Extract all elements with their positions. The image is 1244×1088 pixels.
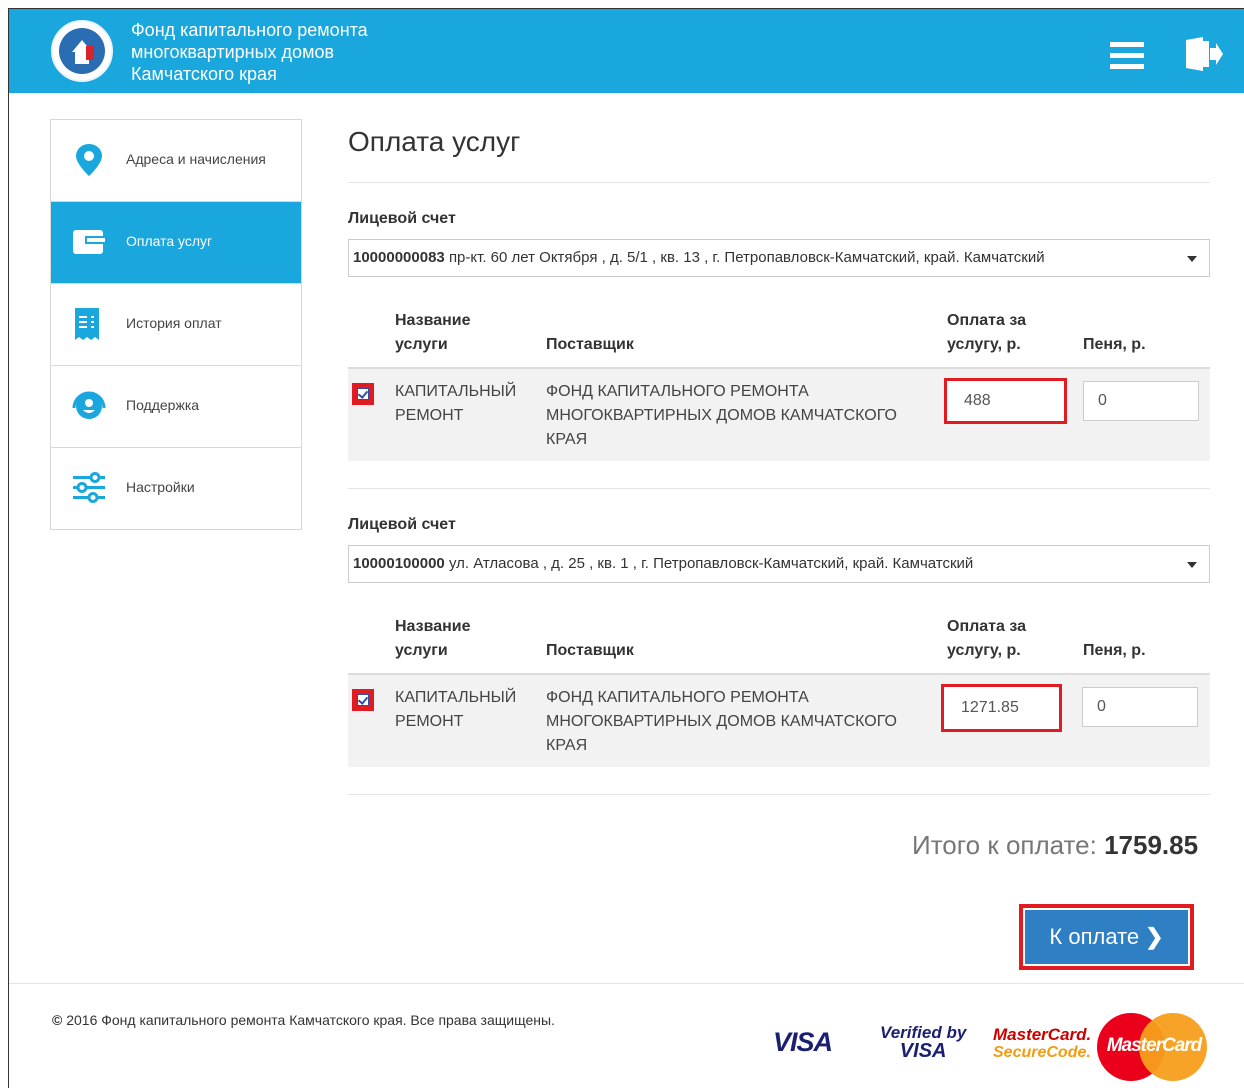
checkmark-icon xyxy=(357,694,369,706)
total-label: Итого к оплате: xyxy=(912,830,1097,860)
account-number: 10000100000 xyxy=(353,555,445,572)
sidebar-item-addresses[interactable]: Адреса и начисления xyxy=(51,120,301,202)
chevron-right-icon: ❯ xyxy=(1145,924,1164,949)
chevron-down-icon xyxy=(1187,256,1197,262)
col-header-fine: Пеня, р. xyxy=(1083,336,1146,353)
provider-name: ФОНД КАПИТАЛЬНОГО РЕМОНТА МНОГОКВАРТИРНЫ… xyxy=(546,689,897,754)
amount-field-highlight xyxy=(944,378,1067,424)
mc-securecode-top: MasterCard. xyxy=(993,1025,1092,1044)
total-value: 1759.85 xyxy=(1104,830,1199,860)
col-header-amount: Оплата за услугу, р. xyxy=(947,312,1026,353)
sidebar: Адреса и начисления Оплата услуг История… xyxy=(50,119,302,530)
logo-emblem-icon xyxy=(59,28,105,74)
service-name: КАПИТАЛЬНЫЙ РЕМОНТ xyxy=(395,689,517,730)
fund-logo[interactable] xyxy=(51,20,113,82)
divider xyxy=(348,794,1210,795)
sidebar-item-settings[interactable]: Настройки xyxy=(51,448,301,530)
page-title: Оплата услуг xyxy=(348,126,521,157)
header-bar: Фонд капитального ремонта многоквартирны… xyxy=(9,9,1244,93)
verified-by-visa-bottom: VISA xyxy=(899,1040,947,1062)
col-header-service: Название услуги xyxy=(395,312,471,353)
support-icon xyxy=(71,388,107,424)
sidebar-item-label: Настройки xyxy=(126,479,195,495)
account-select[interactable]: 10000100000 ул. Атласова , д. 25 , кв. 1… xyxy=(348,545,1210,583)
col-header-provider: Поставщик xyxy=(546,642,634,659)
amount-field-highlight xyxy=(941,684,1062,732)
col-header-fine: Пеня, р. xyxy=(1083,642,1146,659)
service-name: КАПИТАЛЬНЫЙ РЕМОНТ xyxy=(395,383,517,424)
wallet-icon xyxy=(71,224,107,260)
total-summary: Итого к оплате: 1759.85 xyxy=(912,830,1198,861)
receipt-icon xyxy=(71,306,107,342)
col-header-amount: Оплата за услугу, р. xyxy=(947,618,1026,659)
sidebar-item-label: Адреса и начисления xyxy=(126,151,266,167)
sidebar-item-payment[interactable]: Оплата услуг xyxy=(51,202,301,284)
account-address: пр-кт. 60 лет Октября , д. 5/1 , кв. 13 … xyxy=(448,249,1045,266)
copyright-text: 2016 Фонд капитального ремонта Камчатско… xyxy=(66,1012,555,1028)
brand-title-line-3: Камчатского края xyxy=(131,64,277,84)
brand-title[interactable]: Фонд капитального ремонта многоквартирны… xyxy=(131,19,368,85)
account-select[interactable]: 10000000083 пр-кт. 60 лет Октября , д. 5… xyxy=(348,239,1210,277)
account-label: Лицевой счет xyxy=(348,516,456,533)
map-pin-icon xyxy=(71,142,107,178)
fine-input[interactable] xyxy=(1082,687,1198,727)
hamburger-icon[interactable] xyxy=(1110,42,1144,70)
service-checkbox[interactable] xyxy=(352,689,374,711)
pay-button-label: К оплате xyxy=(1049,924,1140,949)
divider xyxy=(348,488,1210,489)
amount-input[interactable] xyxy=(950,384,1061,418)
mc-securecode-bottom: SecureCode. xyxy=(993,1044,1091,1061)
table-row: КАПИТАЛЬНЫЙ РЕМОНТ ФОНД КАПИТАЛЬНОГО РЕМ… xyxy=(348,673,1210,767)
account-number: 10000000083 xyxy=(353,249,445,266)
account-address: ул. Атласова , д. 25 , кв. 1 , г. Петроп… xyxy=(448,555,974,572)
sidebar-item-label: Оплата услуг xyxy=(126,233,213,249)
checkmark-icon xyxy=(357,388,369,400)
brand-title-line-2: многоквартирных домов xyxy=(131,42,335,62)
mastercard-securecode-logo: MasterCard. SecureCode. xyxy=(993,1026,1091,1062)
pay-button[interactable]: К оплате ❯ xyxy=(1025,910,1188,964)
sidebar-item-support[interactable]: Поддержка xyxy=(51,366,301,448)
sliders-icon xyxy=(71,470,107,506)
provider-name: ФОНД КАПИТАЛЬНОГО РЕМОНТА МНОГОКВАРТИРНЫ… xyxy=(546,383,897,448)
mastercard-text: MasterCard xyxy=(1106,1035,1203,1056)
fine-input[interactable] xyxy=(1083,381,1199,421)
copyright: © 2016 Фонд капитального ремонта Камчатс… xyxy=(52,1012,555,1028)
visa-logo: VISA xyxy=(773,1027,833,1057)
footer-divider xyxy=(9,983,1244,984)
brand-title-line-1: Фонд капитального ремонта xyxy=(131,20,368,40)
sidebar-item-history[interactable]: История оплат xyxy=(51,284,301,366)
col-header-provider: Поставщик xyxy=(546,336,634,353)
logout-icon[interactable] xyxy=(1183,37,1223,71)
chevron-down-icon xyxy=(1187,562,1197,568)
mastercard-logo: MasterCard xyxy=(1097,1013,1207,1081)
sidebar-item-label: Поддержка xyxy=(126,397,200,413)
sidebar-item-label: История оплат xyxy=(126,315,222,331)
account-label: Лицевой счет xyxy=(348,210,456,227)
divider xyxy=(348,182,1210,183)
copyright-icon: © xyxy=(52,1012,63,1028)
amount-input[interactable] xyxy=(947,690,1056,726)
service-checkbox[interactable] xyxy=(352,383,374,405)
verified-by-visa-logo: Verified by VISA xyxy=(880,1024,966,1062)
col-header-service: Название услуги xyxy=(395,618,471,659)
table-row: КАПИТАЛЬНЫЙ РЕМОНТ ФОНД КАПИТАЛЬНОГО РЕМ… xyxy=(348,367,1210,461)
